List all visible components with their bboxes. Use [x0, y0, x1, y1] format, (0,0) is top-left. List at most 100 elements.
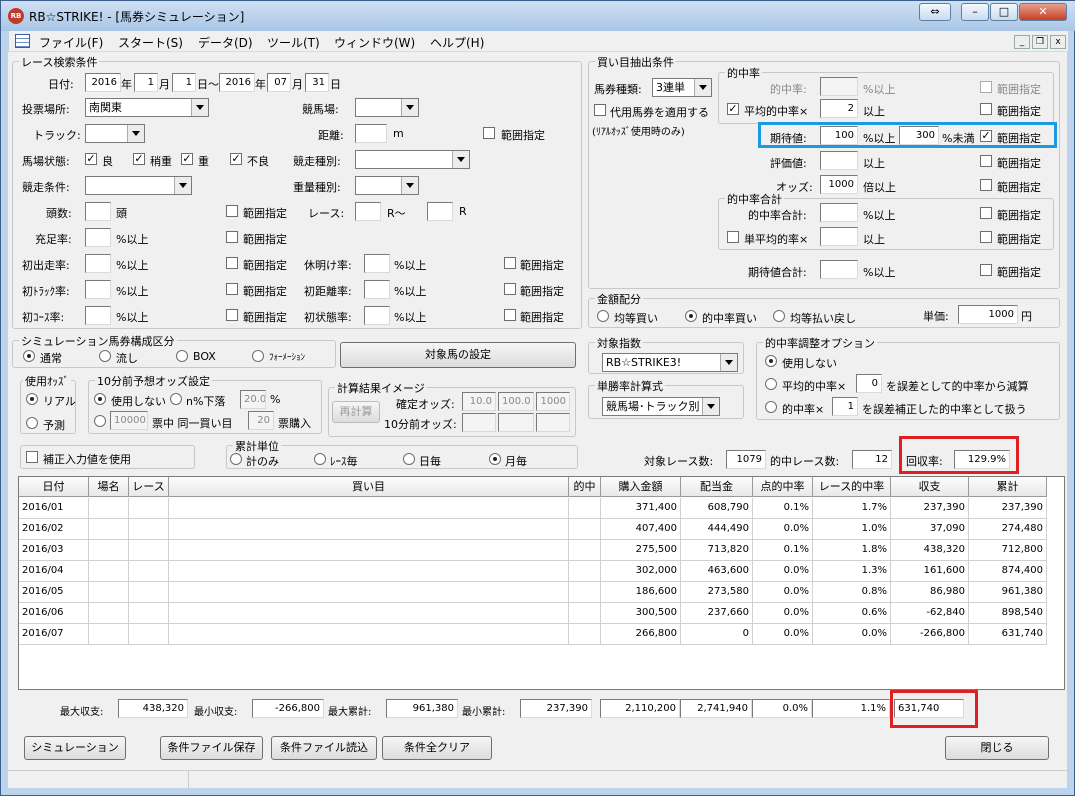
column-header[interactable]: レース [129, 477, 169, 497]
fixed-odds-3[interactable]: 1000 [536, 392, 570, 411]
column-header[interactable]: 点的中率 [753, 477, 813, 497]
single-avg-range-checkbox[interactable] [980, 231, 992, 243]
year-to-input[interactable]: 2016 [219, 73, 255, 92]
first-track-input[interactable] [85, 280, 111, 299]
track-select[interactable] [85, 124, 145, 143]
close-button[interactable]: 閉じる [945, 736, 1049, 760]
pre-drop-input[interactable]: 20.0 [240, 390, 266, 409]
menu-window[interactable]: ウィンドウ(W) [334, 34, 415, 51]
course-select[interactable] [355, 98, 419, 117]
nagashi-radio[interactable] [99, 350, 111, 362]
column-header[interactable]: 的中 [569, 477, 601, 497]
single-avg-input[interactable] [820, 227, 858, 246]
pre-same-input[interactable]: 20 [248, 411, 274, 430]
weight-kind-select[interactable] [355, 176, 419, 195]
maximize-icon[interactable]: □ [990, 3, 1018, 21]
race-condition-select[interactable] [85, 176, 192, 195]
ev-min-input[interactable]: 100 [820, 126, 858, 145]
hit-sum-range-checkbox[interactable] [980, 207, 992, 219]
ev-sum-input[interactable] [820, 260, 858, 279]
fixed-odds-1[interactable]: 10.0 [462, 392, 496, 411]
minimize-icon[interactable]: – [961, 3, 989, 21]
target-index-select[interactable]: RB☆STRIKE3! [602, 353, 738, 372]
real-odds-radio[interactable] [26, 393, 38, 405]
adjust-avg-radio[interactable] [765, 378, 777, 390]
distance-input[interactable] [355, 124, 387, 143]
year-from-input[interactable]: 2016 [85, 73, 121, 92]
menu-data[interactable]: データ(D) [198, 34, 253, 51]
adjust-hit-input[interactable]: 1 [832, 397, 858, 416]
first-distance-input[interactable] [364, 280, 390, 299]
column-header[interactable]: 累計 [969, 477, 1047, 497]
race-kind-select[interactable] [355, 150, 470, 169]
first-course-range-checkbox[interactable] [226, 309, 238, 321]
first-state-input[interactable] [364, 306, 390, 325]
fixed-odds-2[interactable]: 100.0 [498, 392, 534, 411]
target-horse-settings-button[interactable]: 対象馬の設定 [340, 342, 576, 368]
results-table[interactable]: 日付 場名 レース 買い目 的中 購入金額 配当金 点的中率 レース的中率 収支 累計 2016/0… [18, 476, 1065, 690]
column-header[interactable]: 日付 [19, 477, 89, 497]
recalculate-button[interactable]: 再計算 [332, 401, 380, 423]
single-win-formula-select[interactable]: 競馬場･トラック別 [602, 397, 720, 416]
hit-sum-input[interactable] [820, 203, 858, 222]
column-header[interactable]: 買い目 [169, 477, 569, 497]
odds-input[interactable]: 1000 [820, 175, 858, 194]
save-conditions-button[interactable]: 条件ファイル保存 [160, 736, 263, 760]
clear-conditions-button[interactable]: 条件全クリア [382, 736, 492, 760]
hit-rate-buy-radio[interactable] [685, 310, 697, 322]
adjust-none-radio[interactable] [765, 355, 777, 367]
predicted-odds-radio[interactable] [26, 417, 38, 429]
venue-select[interactable]: 南関東 [85, 98, 209, 117]
box-radio[interactable] [176, 350, 188, 362]
per-month-radio[interactable] [489, 453, 501, 465]
equal-payout-radio[interactable] [773, 310, 785, 322]
column-header[interactable]: 配当金 [681, 477, 753, 497]
menu-file[interactable]: ファイル(F) [39, 34, 103, 51]
simulate-button[interactable]: シミュレーション [24, 736, 126, 760]
pre10-odds-3[interactable] [536, 413, 570, 432]
first-track-range-checkbox[interactable] [226, 283, 238, 295]
mdi-minimize-icon[interactable]: _ [1014, 35, 1030, 49]
per-race-radio[interactable] [314, 453, 326, 465]
pre-drop-radio[interactable] [170, 393, 182, 405]
odds-range-checkbox[interactable] [980, 179, 992, 191]
score-input[interactable] [820, 151, 858, 170]
equal-buy-radio[interactable] [597, 310, 609, 322]
column-header[interactable]: レース的中率 [813, 477, 891, 497]
fill-range-checkbox[interactable] [226, 231, 238, 243]
correction-checkbox[interactable] [26, 451, 38, 463]
column-header[interactable]: 場名 [89, 477, 129, 497]
first-course-input[interactable] [85, 306, 111, 325]
hit-rate-input[interactable] [820, 77, 858, 96]
day-from-input[interactable]: 1 [172, 73, 196, 92]
month-from-input[interactable]: 1 [134, 73, 158, 92]
pre10-odds-2[interactable] [498, 413, 534, 432]
score-range-checkbox[interactable] [980, 155, 992, 167]
menu-start[interactable]: スタート(S) [118, 34, 183, 51]
avg-hit-checkbox[interactable]: ✓ [727, 103, 739, 115]
rest-rate-input[interactable] [364, 254, 390, 273]
first-start-range-checkbox[interactable] [226, 257, 238, 269]
avg-hit-input[interactable]: 2 [820, 99, 858, 118]
column-header[interactable]: 収支 [891, 477, 969, 497]
ticket-type-select[interactable]: 3連単 [652, 78, 712, 97]
race-to-input[interactable] [427, 202, 453, 221]
substitute-ticket-checkbox[interactable] [594, 104, 606, 116]
distance-range-checkbox[interactable] [483, 127, 495, 139]
menu-tools[interactable]: ツール(T) [267, 34, 320, 51]
single-avg-checkbox[interactable] [727, 231, 739, 243]
adjust-avg-input[interactable]: 0 [856, 374, 882, 393]
pre-no-use-radio[interactable] [94, 393, 106, 405]
load-conditions-button[interactable]: 条件ファイル読込 [271, 736, 377, 760]
per-day-radio[interactable] [403, 453, 415, 465]
hit-rate-range-checkbox[interactable] [980, 81, 992, 93]
restore-arrows-icon[interactable]: ⇔ [919, 3, 951, 21]
ev-max-input[interactable]: 300 [899, 126, 939, 145]
mdi-close-icon[interactable]: x [1050, 35, 1066, 49]
pre10-odds-1[interactable] [462, 413, 496, 432]
fill-rate-input[interactable] [85, 228, 111, 247]
ev-range-checkbox[interactable]: ✓ [980, 130, 992, 142]
ev-sum-range-checkbox[interactable] [980, 264, 992, 276]
unit-price-input[interactable]: 1000 [958, 305, 1018, 324]
avg-hit-range-checkbox[interactable] [980, 103, 992, 115]
